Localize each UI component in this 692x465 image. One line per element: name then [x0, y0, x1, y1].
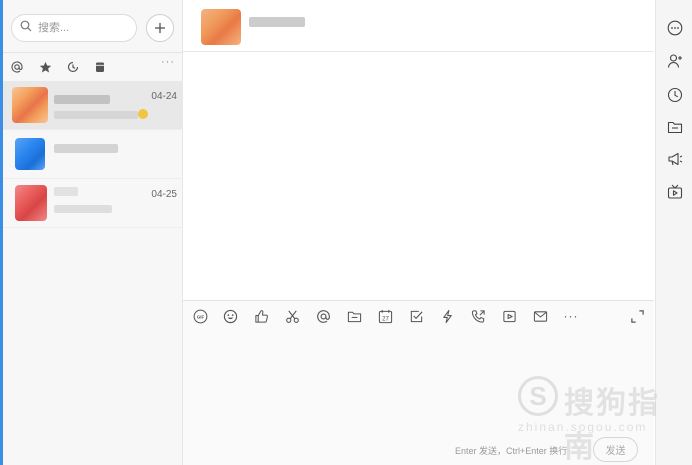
filter-bar: ···: [3, 56, 183, 78]
mail-icon[interactable]: [532, 308, 548, 324]
contact-name-blurred: [249, 17, 305, 27]
announcement-icon[interactable]: [666, 150, 683, 167]
contact-name-blurred: [54, 187, 78, 196]
add-member-icon[interactable]: [666, 52, 683, 69]
sogou-logo-icon: S: [518, 376, 558, 416]
folder-icon[interactable]: [346, 308, 362, 324]
conversation-item[interactable]: 04-25: [3, 179, 183, 228]
archive-filter-icon[interactable]: [93, 60, 107, 74]
conversation-date: 04-24: [151, 91, 177, 102]
thumbs-up-icon[interactable]: [253, 308, 269, 324]
plus-icon: [155, 23, 165, 33]
search-icon: [20, 19, 32, 37]
folder-icon[interactable]: [666, 118, 683, 135]
conversation-list: 04-24 04-25: [3, 81, 183, 228]
checkbox-icon[interactable]: [408, 308, 424, 324]
message-area[interactable]: [183, 53, 654, 299]
mentions-filter-icon[interactable]: [10, 60, 24, 74]
at-icon[interactable]: [315, 308, 331, 324]
avatar: [15, 138, 45, 170]
history-icon[interactable]: [666, 86, 683, 103]
conversation-sidebar: ··· 04-24 04-25: [3, 0, 183, 465]
message-preview-blurred: [54, 111, 138, 119]
composer-toolbar: GIF 27 ···: [183, 305, 654, 327]
conversation-item[interactable]: [3, 130, 183, 179]
scissors-icon[interactable]: [284, 308, 300, 324]
contact-name-blurred: [54, 95, 110, 104]
filter-more-button[interactable]: ···: [161, 56, 175, 68]
svg-text:27: 27: [382, 315, 389, 322]
search-input[interactable]: [38, 22, 128, 34]
conversation-date: 04-25: [151, 189, 177, 200]
history-filter-icon[interactable]: [66, 60, 80, 74]
search-box[interactable]: [11, 14, 137, 42]
watermark-url: zhinan.sogou.com: [518, 420, 648, 434]
message-preview-blurred: [54, 205, 112, 213]
avatar[interactable]: [201, 9, 241, 45]
sogou-watermark: S 搜狗指南 zhinan.sogou.com: [518, 376, 678, 465]
add-button[interactable]: [146, 14, 174, 42]
toolbar-more-button[interactable]: ···: [563, 308, 579, 324]
phone-icon[interactable]: [470, 308, 486, 324]
chat-header: [183, 0, 654, 52]
emoji-icon: [138, 109, 148, 119]
live-icon[interactable]: [666, 183, 683, 200]
avatar: [12, 87, 48, 123]
send-shortcut-hint: Enter 发送，Ctrl+Enter 换行: [455, 446, 568, 456]
lightning-icon[interactable]: [439, 308, 455, 324]
conversation-item[interactable]: 04-24: [3, 81, 183, 130]
gif-icon[interactable]: GIF: [192, 308, 208, 324]
star-filter-icon[interactable]: [38, 60, 52, 74]
calendar-icon[interactable]: 27: [377, 308, 393, 324]
avatar: [15, 185, 47, 221]
emoji-icon[interactable]: [222, 308, 238, 324]
im-app-window: ··· 04-24 04-25: [0, 0, 692, 465]
contact-name-blurred: [54, 144, 118, 153]
video-icon[interactable]: [501, 308, 517, 324]
expand-icon[interactable]: [630, 309, 646, 325]
chat-more-icon[interactable]: [666, 19, 683, 36]
svg-text:GIF: GIF: [196, 314, 204, 319]
sidebar-divider: [3, 52, 183, 53]
